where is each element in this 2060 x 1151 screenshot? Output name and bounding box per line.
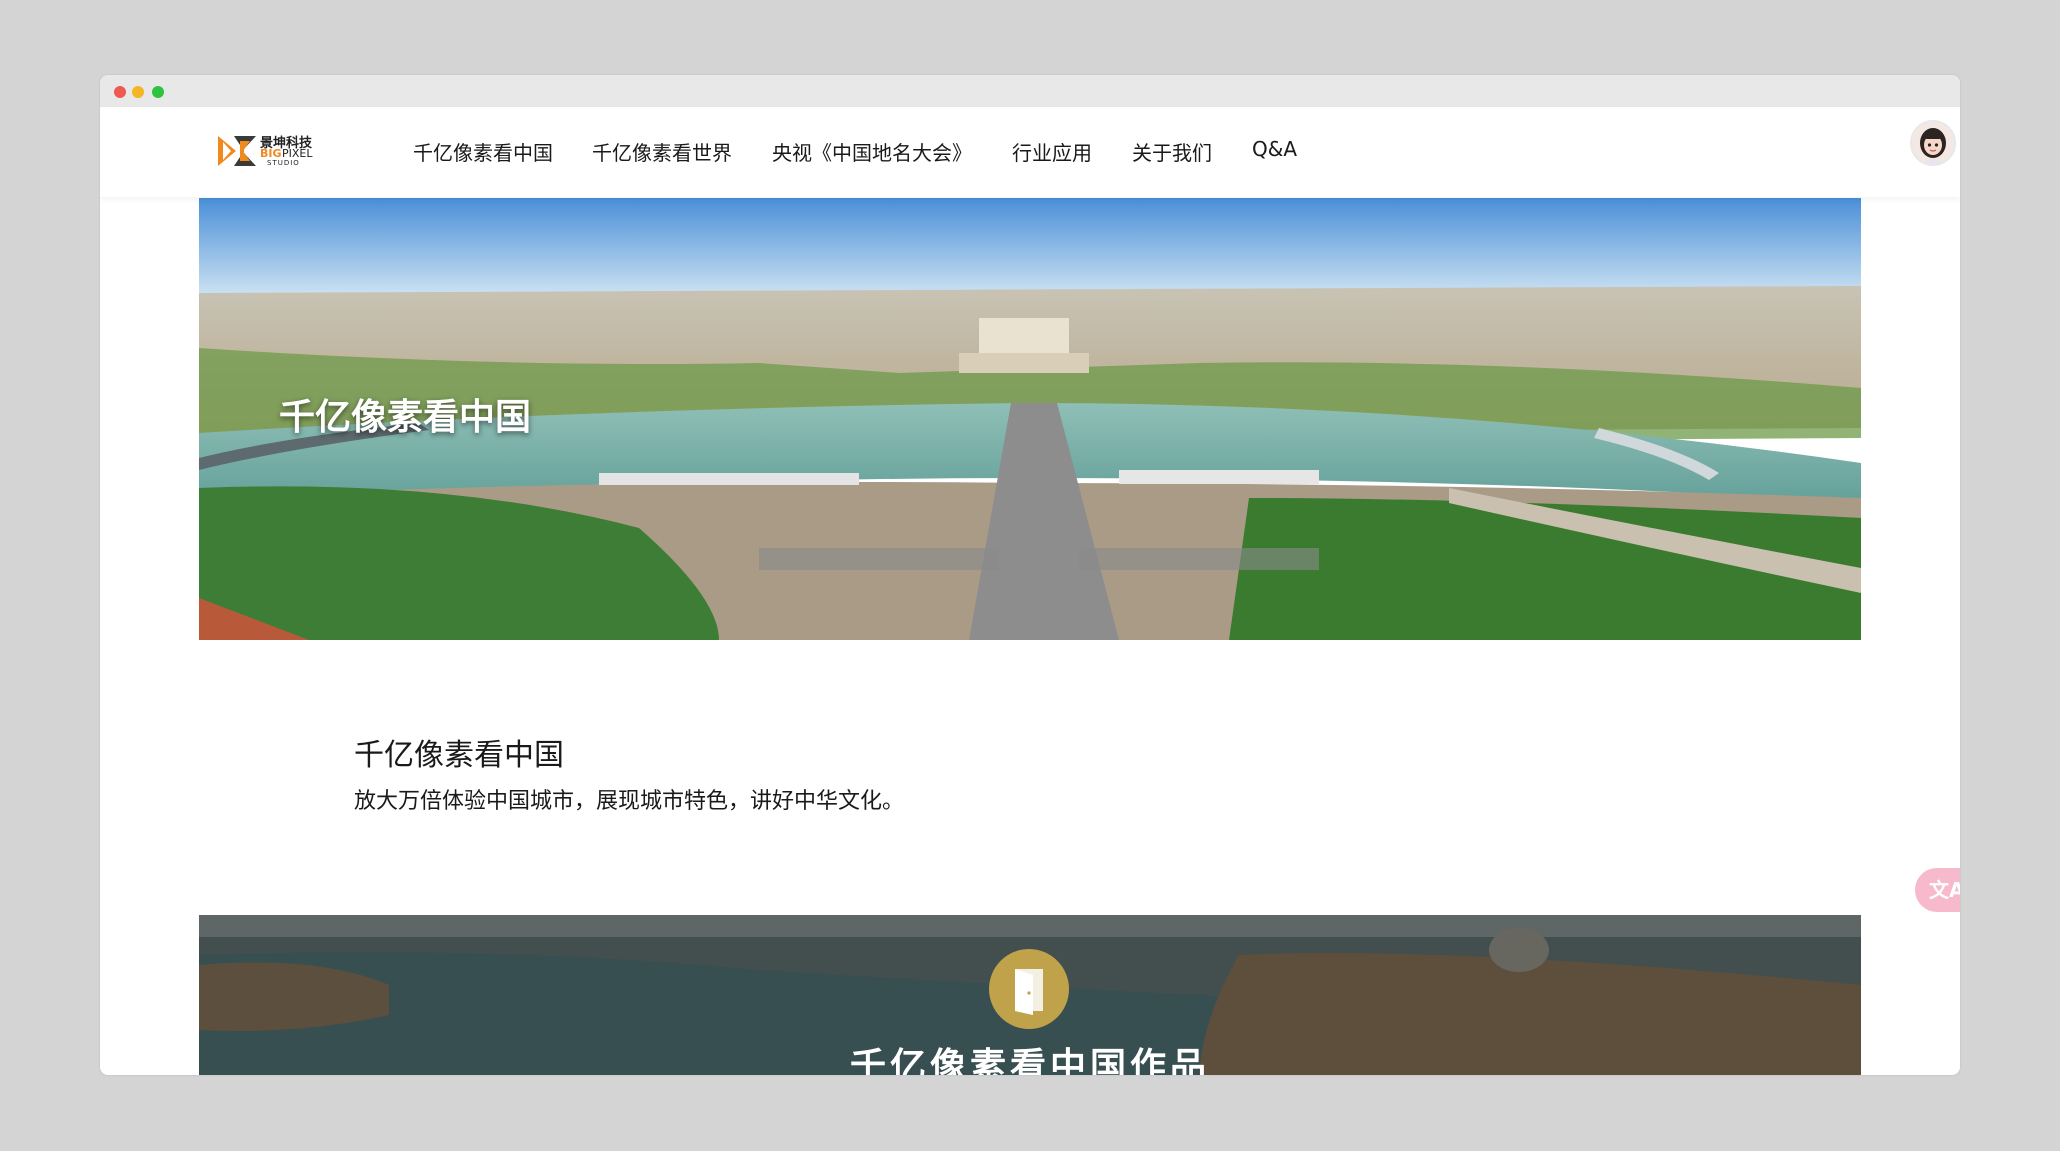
translate-icon: 文A: [1929, 878, 1960, 902]
nav-item-kan-shijie[interactable]: 千亿像素看世界: [592, 137, 732, 166]
brand-studio-text: STUDIO: [267, 159, 300, 167]
minimize-window-button[interactable]: [132, 86, 144, 98]
door-icon: [1015, 969, 1043, 1015]
site-logo[interactable]: 景坤科技 BIG PIXEL STUDIO: [218, 133, 330, 169]
close-window-button[interactable]: [114, 86, 126, 98]
browser-window: 景坤科技 BIG PIXEL STUDIO 千亿像素看中国 千亿像素看世界 央视…: [100, 75, 1960, 1075]
user-avatar-icon: [1912, 122, 1954, 164]
nav-item-qa[interactable]: Q&A: [1252, 137, 1297, 161]
nav-item-about[interactable]: 关于我们: [1132, 137, 1212, 166]
hero-banner: 千亿像素看中国: [199, 198, 1861, 640]
intro-title: 千亿像素看中国: [354, 738, 564, 773]
translate-button[interactable]: 文A: [1915, 868, 1960, 912]
user-avatar[interactable]: [1910, 120, 1956, 166]
door-badge: [989, 949, 1069, 1029]
window-titlebar: [100, 75, 1960, 107]
nav-item-kan-zhongguo[interactable]: 千亿像素看中国: [413, 137, 553, 166]
hero-title: 千亿像素看中国: [279, 397, 532, 438]
works-banner: 千亿像素看中国作品: [199, 915, 1861, 1075]
intro-description: 放大万倍体验中国城市，展现城市特色，讲好中华文化。: [354, 789, 905, 814]
works-banner-title: 千亿像素看中国作品: [849, 1046, 1210, 1075]
maximize-window-button[interactable]: [152, 86, 164, 98]
nav-item-industry[interactable]: 行业应用: [1012, 137, 1092, 166]
site-header: 景坤科技 BIG PIXEL STUDIO 千亿像素看中国 千亿像素看世界 央视…: [100, 107, 1960, 197]
nav-item-cctv-diming[interactable]: 央视《中国地名大会》: [772, 137, 972, 166]
